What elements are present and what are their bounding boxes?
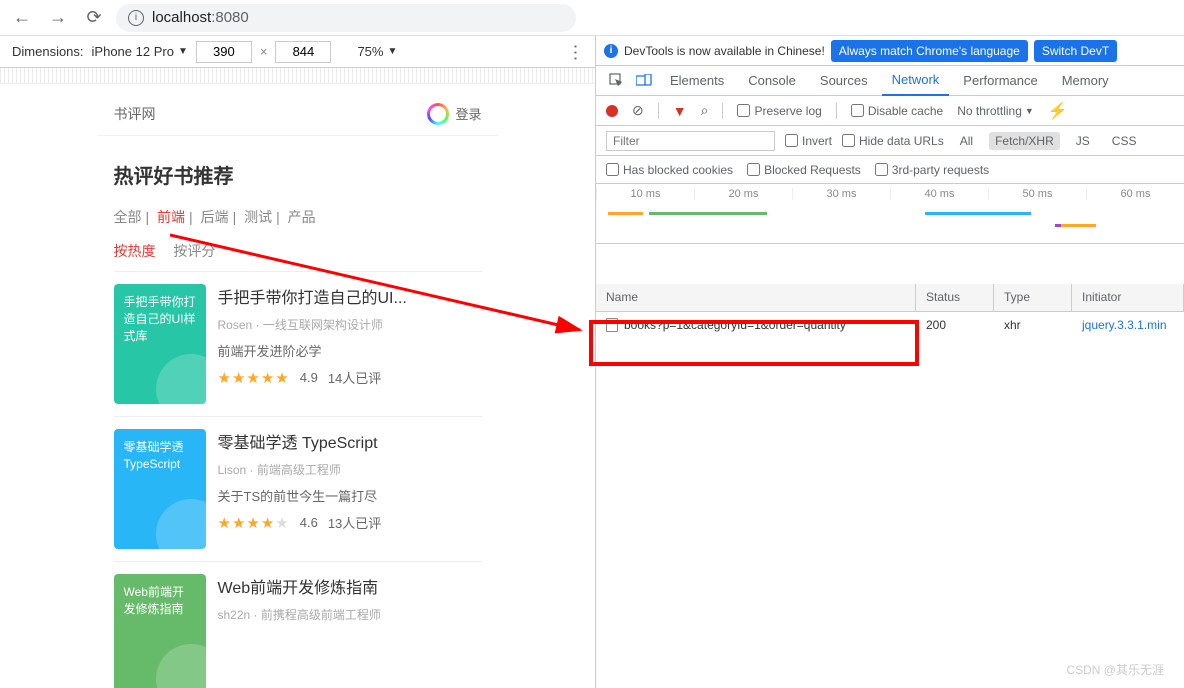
request-name: books?p=1&categoryId=1&order=quantity — [624, 318, 846, 332]
cat-test[interactable]: 测试 — [244, 209, 272, 225]
book-title: 零基础学透 TypeScript — [218, 429, 482, 453]
book-author: Lison · 前端高级工程师 — [218, 461, 482, 478]
ruler — [0, 68, 595, 84]
col-type[interactable]: Type — [994, 284, 1072, 311]
book-desc: 前端开发进阶必学 — [218, 341, 482, 360]
dimensions-bar: Dimensions: iPhone 12 Pro▼ × 75%▼ ⋯ — [0, 36, 595, 68]
device-frame: 书评网 登录 热评好书推荐 全部| 前端| 后端| 测试| 产品 — [98, 92, 498, 688]
more-options-icon[interactable]: ⋯ — [565, 44, 586, 60]
tab-sources[interactable]: Sources — [810, 66, 878, 96]
request-initiator[interactable]: jquery.3.3.1.min — [1072, 314, 1184, 336]
blocked-requests-checkbox[interactable]: Blocked Requests — [747, 163, 861, 177]
address-bar[interactable]: i localhost:8080 — [116, 4, 576, 32]
book-author: sh22n · 前携程高级前端工程师 — [218, 606, 482, 623]
col-name[interactable]: Name — [596, 284, 916, 311]
category-filter: 全部| 前端| 后端| 测试| 产品 — [114, 207, 482, 227]
dim-x: × — [260, 44, 268, 59]
site-title: 书评网 — [114, 104, 156, 124]
tab-memory[interactable]: Memory — [1052, 66, 1119, 96]
url-port: :8080 — [211, 9, 249, 26]
book-title: 手把手带你打造自己的UI... — [218, 284, 482, 308]
book-card[interactable]: 零基础学透TypeScript 零基础学透 TypeScript Lison ·… — [114, 416, 482, 561]
dimensions-label: Dimensions: — [12, 44, 84, 59]
clear-button[interactable]: ⊘ — [632, 102, 644, 119]
tab-network[interactable]: Network — [882, 66, 950, 96]
filter-css[interactable]: CSS — [1106, 132, 1143, 150]
blocked-cookies-checkbox[interactable]: Has blocked cookies — [606, 163, 733, 177]
filter-js[interactable]: JS — [1070, 132, 1096, 150]
request-status: 200 — [916, 314, 994, 336]
devtools-tabs: Elements Console Sources Network Perform… — [596, 66, 1184, 96]
tab-elements[interactable]: Elements — [660, 66, 734, 96]
back-button[interactable]: ← — [8, 4, 36, 32]
book-cover: Web前端开发修炼指南 — [114, 574, 206, 688]
tab-performance[interactable]: Performance — [953, 66, 1047, 96]
network-filter-row: Invert Hide data URLs All Fetch/XHR JS C… — [596, 126, 1184, 156]
filter-all[interactable]: All — [954, 132, 979, 150]
filter-icon[interactable]: ▼ — [673, 103, 687, 119]
info-icon: i — [604, 44, 618, 58]
sort-rating[interactable]: 按评分 — [173, 243, 215, 259]
book-rating: ★★★★★4.613人已评 — [218, 513, 482, 532]
device-emulator-pane: Dimensions: iPhone 12 Pro▼ × 75%▼ ⋯ 书评网 … — [0, 36, 596, 688]
hide-urls-checkbox[interactable]: Hide data URLs — [842, 134, 944, 148]
forward-button[interactable]: → — [44, 4, 72, 32]
browser-toolbar: ← → ⟳ i localhost:8080 — [0, 0, 1184, 36]
network-filter-row2: Has blocked cookies Blocked Requests 3rd… — [596, 156, 1184, 184]
book-title: Web前端开发修炼指南 — [218, 574, 482, 598]
third-party-checkbox[interactable]: 3rd-party requests — [875, 163, 989, 177]
device-toggle-icon[interactable] — [632, 69, 656, 93]
invert-checkbox[interactable]: Invert — [785, 134, 832, 148]
book-cover: 零基础学透TypeScript — [114, 429, 206, 549]
book-author: Rosen · 一线互联网架构设计师 — [218, 316, 482, 333]
disable-cache-checkbox[interactable]: Disable cache — [851, 104, 943, 118]
match-language-button[interactable]: Always match Chrome's language — [831, 40, 1028, 62]
app-header: 书评网 登录 — [98, 92, 498, 136]
cat-frontend[interactable]: 前端 — [157, 209, 185, 225]
cat-all[interactable]: 全部 — [114, 209, 142, 225]
throttling-select[interactable]: No throttling▼ — [957, 104, 1034, 118]
request-table-header: Name Status Type Initiator — [596, 284, 1184, 312]
filter-input[interactable] — [606, 131, 775, 151]
page-heading: 热评好书推荐 — [114, 160, 482, 189]
login-button[interactable]: 登录 — [427, 103, 481, 125]
devtools-pane: i DevTools is now available in Chinese! … — [596, 36, 1184, 688]
search-icon[interactable]: ⌕ — [701, 102, 709, 119]
record-button[interactable] — [606, 105, 618, 117]
zoom-select[interactable]: 75%▼ — [357, 44, 397, 59]
cat-product[interactable]: 产品 — [288, 209, 316, 225]
height-input[interactable] — [275, 41, 331, 63]
device-select[interactable]: iPhone 12 Pro▼ — [92, 44, 188, 59]
sort-filter: 按热度 按评分 — [114, 241, 482, 261]
book-cover: 手把手带你打造自己的UI样式库 — [114, 284, 206, 404]
book-card[interactable]: Web前端开发修炼指南 Web前端开发修炼指南 sh22n · 前携程高级前端工… — [114, 561, 482, 688]
watermark: CSDN @其乐无涯 — [1066, 661, 1164, 678]
cat-backend[interactable]: 后端 — [201, 209, 229, 225]
width-input[interactable] — [196, 41, 252, 63]
site-info-icon[interactable]: i — [128, 10, 144, 26]
book-desc: 关于TS的前世今生一篇打尽 — [218, 486, 482, 505]
url-host: localhost — [152, 9, 211, 26]
request-row[interactable]: books?p=1&categoryId=1&order=quantity 20… — [596, 312, 1184, 338]
avatar-icon — [427, 103, 449, 125]
request-type: xhr — [994, 314, 1072, 336]
network-conditions-icon[interactable]: ⚡ — [1048, 101, 1068, 121]
col-initiator[interactable]: Initiator — [1072, 284, 1184, 311]
devtools-banner: i DevTools is now available in Chinese! … — [596, 36, 1184, 66]
sort-hot[interactable]: 按热度 — [114, 243, 156, 259]
filter-xhr[interactable]: Fetch/XHR — [989, 132, 1060, 150]
inspect-icon[interactable] — [604, 69, 628, 93]
col-status[interactable]: Status — [916, 284, 994, 311]
switch-devtools-button[interactable]: Switch DevT — [1034, 40, 1117, 62]
network-timeline[interactable]: 10 ms 20 ms 30 ms 40 ms 50 ms 60 ms — [596, 184, 1184, 244]
tab-console[interactable]: Console — [738, 66, 806, 96]
book-rating: ★★★★★4.914人已评 — [218, 368, 482, 387]
reload-button[interactable]: ⟳ — [80, 4, 108, 32]
book-card[interactable]: 手把手带你打造自己的UI样式库 手把手带你打造自己的UI... Rosen · … — [114, 271, 482, 416]
file-icon — [606, 318, 618, 332]
preserve-log-checkbox[interactable]: Preserve log — [737, 104, 821, 118]
network-toolbar: ⊘ ▼ ⌕ Preserve log Disable cache No thro… — [596, 96, 1184, 126]
